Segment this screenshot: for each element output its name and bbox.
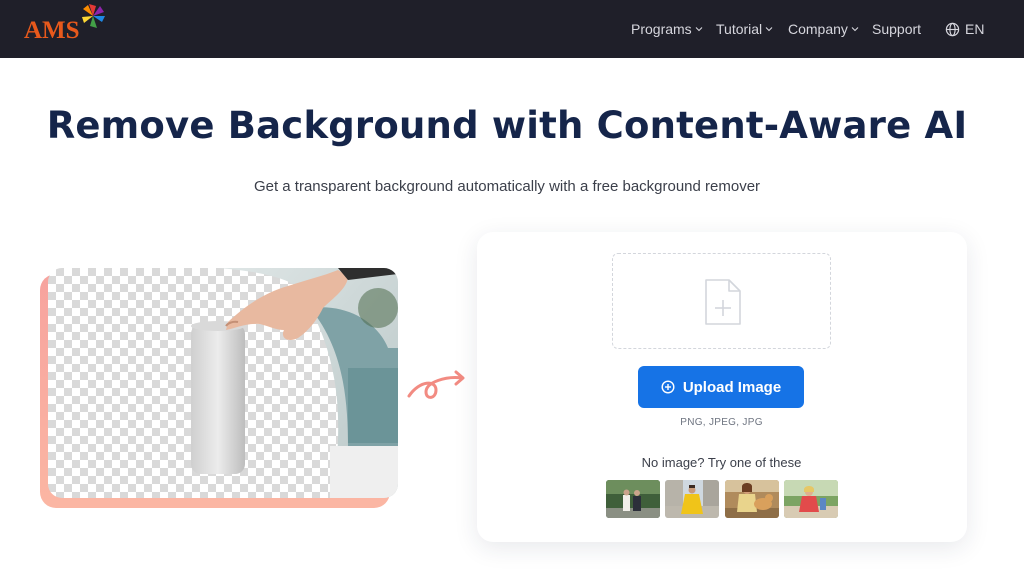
image-dropzone[interactable]	[612, 253, 831, 349]
supported-formats: PNG, JPEG, JPG	[680, 417, 763, 428]
sample-photo-woman-with-dog	[725, 480, 779, 518]
sample-photo-couple	[606, 480, 660, 518]
globe-icon	[945, 22, 960, 36]
nav-support[interactable]: Support	[872, 0, 921, 58]
logo-burst-icon	[82, 4, 105, 28]
sample-image-2[interactable]	[665, 480, 719, 518]
sample-photo-child-in-park	[784, 480, 838, 518]
logo-text: AMS	[24, 17, 80, 44]
nav-tutorial-label: Tutorial	[716, 21, 763, 37]
page-title: Remove Background with Content-Aware AI	[46, 104, 968, 147]
language-selector[interactable]: EN	[945, 0, 984, 58]
before-after-demo-image	[48, 268, 398, 498]
nav-programs[interactable]: Programs	[631, 0, 703, 58]
nav-company-label: Company	[788, 21, 848, 37]
nav-programs-label: Programs	[631, 21, 692, 37]
sample-images-prompt: No image? Try one of these	[641, 455, 802, 470]
sample-image-4[interactable]	[784, 480, 838, 518]
top-navigation-bar: AMS Programs Tutorial Company Support EN	[0, 0, 1024, 58]
demo-speaker-photo	[191, 268, 398, 498]
language-label: EN	[965, 21, 985, 37]
chevron-down-icon	[695, 27, 703, 32]
nav-company[interactable]: Company	[788, 0, 859, 58]
ams-logo[interactable]: AMS	[24, 3, 114, 53]
plus-circle-icon	[661, 380, 675, 394]
page-subtitle: Get a transparent background automatical…	[253, 178, 761, 195]
curly-arrow-icon	[407, 370, 465, 399]
nav-tutorial[interactable]: Tutorial	[716, 0, 773, 58]
sample-image-3[interactable]	[725, 480, 779, 518]
sample-image-1[interactable]	[606, 480, 660, 518]
chevron-down-icon	[851, 27, 859, 32]
upload-image-label: Upload Image	[682, 378, 782, 396]
chevron-down-icon	[765, 27, 773, 32]
upload-image-button[interactable]: Upload Image	[638, 366, 804, 408]
nav-support-label: Support	[872, 21, 922, 37]
sample-photo-yellow-dress	[665, 480, 719, 518]
file-plus-icon	[705, 279, 741, 325]
